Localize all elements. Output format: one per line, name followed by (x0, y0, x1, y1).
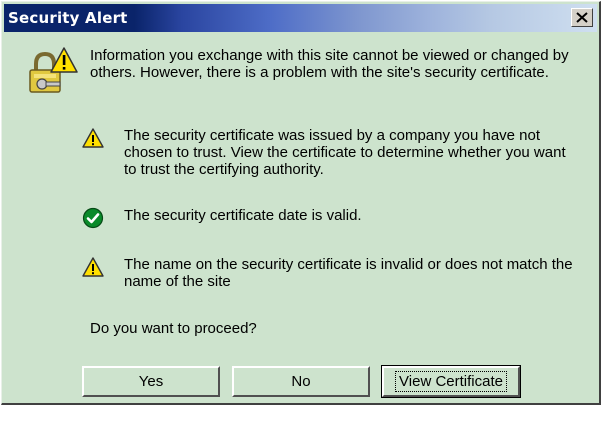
dialog-body: Information you exchange with this site … (2, 32, 599, 403)
security-alert-dialog: Security Alert Information you exchange … (1, 1, 601, 405)
warning-icon (82, 128, 104, 148)
certificate-name-text: The name on the security certificate is … (124, 256, 573, 290)
view-certificate-button-label: View Certificate (395, 371, 507, 392)
certificate-name-warning: The name on the security certificate is … (82, 256, 582, 290)
title-bar[interactable]: Security Alert (4, 4, 597, 32)
lock-key-warning-icon (24, 46, 78, 101)
certificate-date-ok: The security certificate date is valid. (82, 207, 582, 229)
proceed-question: Do you want to proceed? (90, 320, 257, 337)
window-title: Security Alert (8, 9, 128, 27)
view-certificate-button[interactable]: View Certificate (381, 365, 521, 398)
certificate-issuer-warning: The security certificate was issued by a… (82, 127, 582, 178)
no-button[interactable]: No (232, 366, 370, 397)
check-icon (82, 207, 104, 229)
warning-icon (82, 257, 104, 277)
certificate-date-text: The security certificate date is valid. (124, 207, 362, 224)
yes-button-label: Yes (138, 373, 164, 390)
certificate-issuer-text: The security certificate was issued by a… (124, 127, 566, 178)
close-icon (576, 12, 588, 23)
no-button-label: No (291, 373, 311, 390)
close-button[interactable] (571, 8, 593, 27)
intro-text: Information you exchange with this site … (90, 47, 569, 81)
yes-button[interactable]: Yes (82, 366, 220, 397)
